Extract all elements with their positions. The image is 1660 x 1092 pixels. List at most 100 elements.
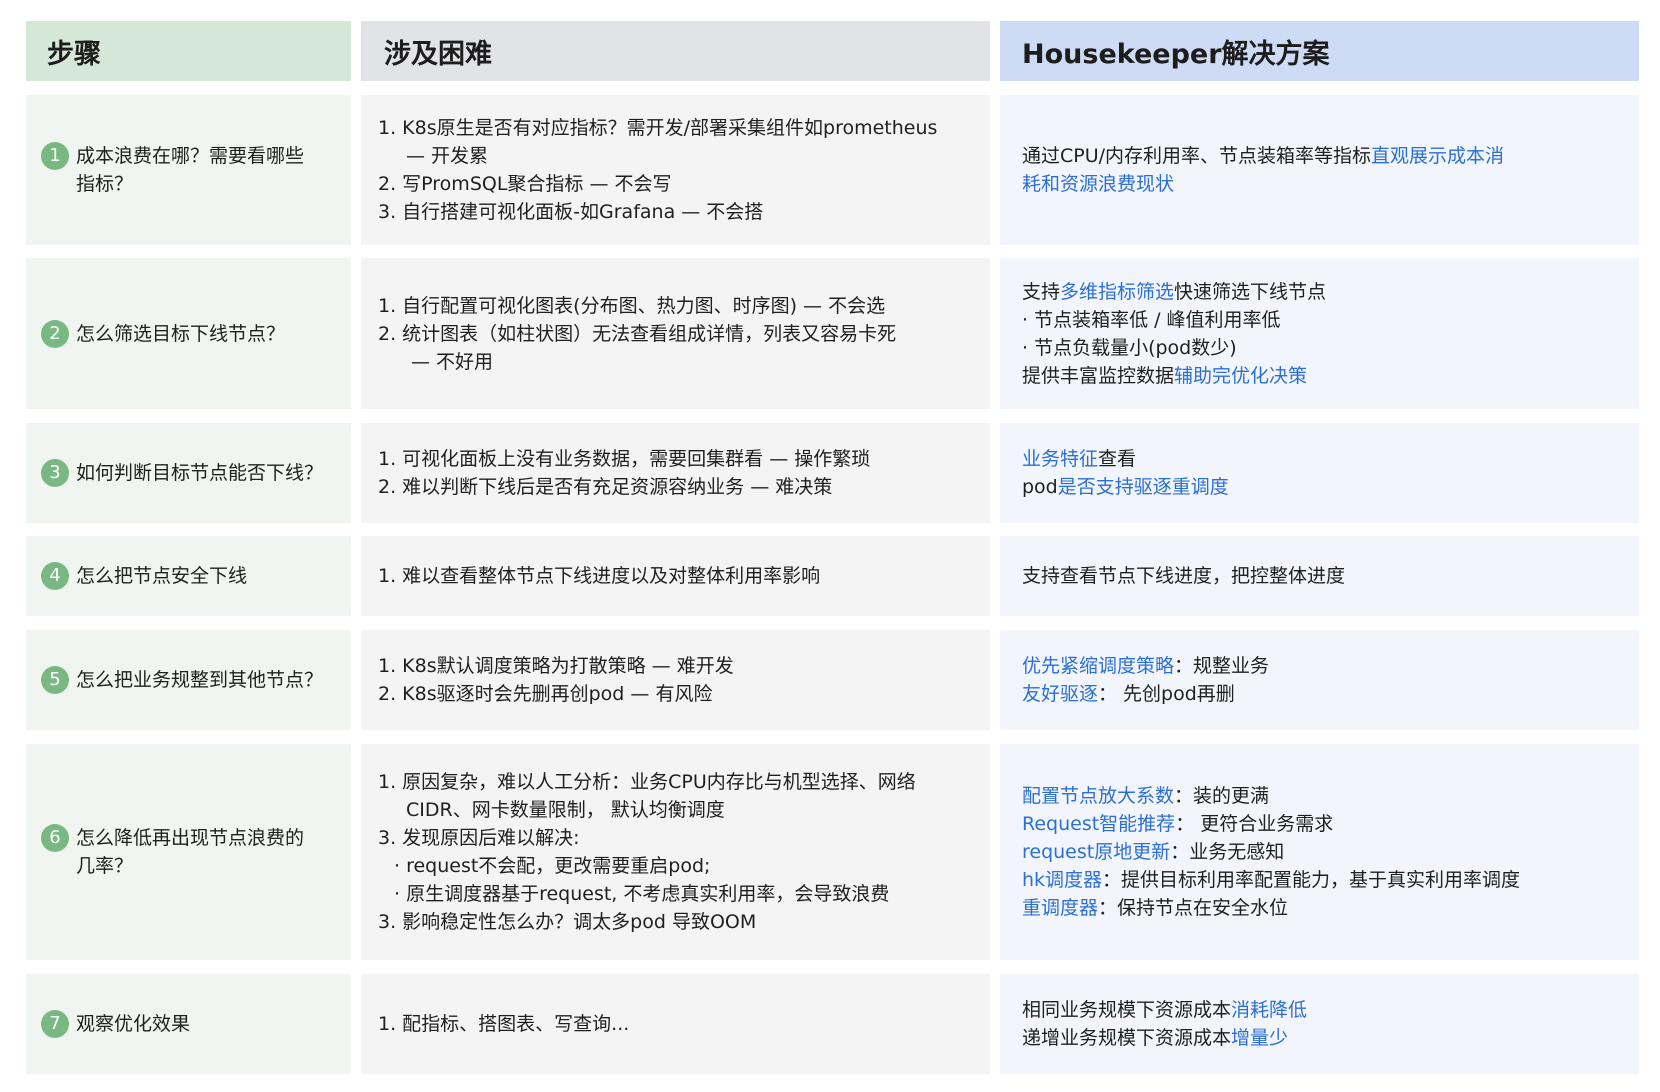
difficulty-text: 1. 可视化面板上没有业务数据，需要回集群看 — 操作繁琐	[378, 448, 871, 470]
difficulty-text: 1. K8s原生是否有对应指标？需开发/部署采集组件如prometheus	[378, 117, 938, 139]
difficulty-cell: 1. K8s默认调度策略为打散策略 — 难开发 2. K8s驱逐时会先删再创pod…	[361, 630, 990, 730]
solution-line: 友好驱逐： 先创pod再删	[1022, 680, 1269, 708]
solution-cell: 优先紧缩调度策略：规整业务 友好驱逐： 先创pod再删	[1000, 630, 1639, 730]
difficulty-text: 3. 影响稳定性怎么办？调太多pod 导致OOM	[378, 911, 757, 933]
step-text: 怎么筛选目标下线节点？	[76, 322, 286, 345]
solution-text: 提供丰富监控数据	[1022, 364, 1175, 387]
solution-text: 支持	[1022, 280, 1061, 303]
step-cell: 2 怎么筛选目标下线节点？	[26, 258, 351, 409]
solution-line: 耗和资源浪费现状	[1022, 170, 1504, 198]
solution-highlight-text: 配置节点放大系数	[1022, 785, 1175, 807]
difficulty-text: · request不会配，更改需要重启pod;	[394, 855, 711, 877]
solution-text: 递增业务规模下资源成本	[1022, 1027, 1232, 1049]
solution-highlight-text: 直观展示成本消	[1371, 145, 1505, 167]
step-text: 指标？	[76, 173, 134, 195]
solution-highlight-text: 多维指标筛选	[1060, 280, 1175, 303]
step-number-badge: 4	[41, 562, 69, 590]
difficulty-text: 1. 原因复杂，难以人工分析：业务CPU内存比与机型选择、网络	[378, 771, 916, 793]
solution-text: · 节点负载量小(pod数少)	[1022, 336, 1237, 359]
solution-line: 支持查看节点下线进度，把控整体进度	[1022, 562, 1345, 590]
difficulty-cell: 1. 自行配置可视化图表(分布图、热力图、时序图) — 不会选 2. 统计图表（如…	[361, 258, 990, 409]
solution-text: ：业务无感知	[1170, 841, 1285, 863]
step-text: 如何判断目标节点能否下线？	[76, 462, 324, 484]
solution-line: request原地更新：业务无感知	[1022, 838, 1520, 866]
difficulty-text: 2. K8s驱逐时会先删再创pod — 有风险	[378, 683, 713, 705]
solution-line: 重调度器：保持节点在安全水位	[1022, 894, 1520, 922]
solution-line: 通过CPU/内存利用率、节点装箱率等指标直观展示成本消	[1022, 142, 1504, 170]
step-text: 成本浪费在哪？需要看哪些	[76, 145, 305, 167]
solution-highlight-text: 耗和资源浪费现状	[1022, 173, 1175, 195]
solution-line: pod是否支持驱逐重调度	[1022, 473, 1229, 501]
difficulty-cell: 1. K8s原生是否有对应指标？需开发/部署采集组件如prometheus — 开…	[361, 95, 990, 245]
step-text: 几率？	[76, 855, 134, 877]
difficulty-text: — 开发累	[406, 145, 489, 167]
step-number-badge: 1	[41, 142, 69, 170]
difficulty-text: · 原生调度器基于request, 不考虑真实利用率，会导致浪费	[394, 883, 890, 905]
difficulty-text: 1. 配指标、搭图表、写查询...	[378, 1013, 630, 1035]
solution-line: 业务特征查看	[1022, 445, 1229, 473]
solution-text: ： 先创pod再删	[1098, 683, 1235, 705]
solution-line: 提供丰富监控数据辅助完优化决策	[1022, 362, 1326, 390]
solution-line: 配置节点放大系数：装的更满	[1022, 782, 1520, 810]
difficulty-text: 3. 发现原因后难以解决:	[378, 827, 580, 849]
step-text: 怎么把节点安全下线	[76, 565, 248, 587]
step-number-badge: 6	[41, 824, 69, 852]
solution-text: 支持查看节点下线进度，把控整体进度	[1022, 565, 1346, 587]
difficulty-text: 1. 自行配置可视化图表(分布图、热力图、时序图) — 不会选	[378, 294, 886, 317]
step-text: 观察优化效果	[76, 1013, 191, 1035]
header-difficulty: 涉及困难	[361, 21, 990, 81]
difficulty-cell: 1. 原因复杂，难以人工分析：业务CPU内存比与机型选择、网络 CIDR、网卡数量…	[361, 744, 990, 960]
difficulty-cell: 1. 难以查看整体节点下线进度以及对整体利用率影响	[361, 536, 990, 616]
solution-highlight-text: 辅助完优化决策	[1174, 364, 1308, 387]
solution-cell: 业务特征查看 pod是否支持驱逐重调度	[1000, 423, 1639, 523]
solution-highlight-text: Request智能推荐	[1022, 813, 1176, 835]
difficulty-text: 2. 难以判断下线后是否有充足资源容纳业务 — 难决策	[378, 476, 833, 498]
step-number-badge: 5	[41, 666, 69, 694]
step-cell: 7 观察优化效果	[26, 974, 351, 1074]
difficulty-text: 1. K8s默认调度策略为打散策略 — 难开发	[378, 655, 734, 677]
solution-cell: 相同业务规模下资源成本消耗降低 递增业务规模下资源成本增量少	[1000, 974, 1639, 1074]
step-cell: 5 怎么把业务规整到其他节点？	[26, 630, 351, 730]
step-number-badge: 2	[41, 319, 69, 348]
header-solution: Housekeeper解决方案	[1000, 21, 1639, 81]
difficulty-text: 2. 统计图表（如柱状图）无法查看组成详情，列表又容易卡死	[378, 322, 897, 345]
step-text: 怎么把业务规整到其他节点？	[76, 669, 324, 691]
solution-highlight-text: 友好驱逐	[1022, 683, 1099, 705]
solution-highlight-text: 增量少	[1231, 1027, 1289, 1049]
solution-text: ：保持节点在安全水位	[1098, 897, 1289, 919]
solution-text: 查看	[1098, 448, 1137, 470]
step-cell: 1 成本浪费在哪？需要看哪些 指标？	[26, 95, 351, 245]
difficulty-text: CIDR、网卡数量限制， 默认均衡调度	[406, 799, 725, 821]
solution-text: ：装的更满	[1174, 785, 1270, 807]
solution-text: ：提供目标利用率配置能力，基于真实利用率调度	[1102, 869, 1521, 891]
solution-highlight-text: 重调度器	[1022, 897, 1099, 919]
solution-line: Request智能推荐： 更符合业务需求	[1022, 810, 1520, 838]
solution-cell: 支持多维指标筛选快速筛选下线节点 · 节点装箱率低 / 峰值利用率低 · 节点负载量…	[1000, 258, 1639, 409]
difficulty-text: — 不好用	[411, 350, 494, 373]
solution-highlight-text: 是否支持驱逐重调度	[1057, 476, 1229, 498]
solution-line: · 节点装箱率低 / 峰值利用率低	[1022, 306, 1326, 334]
solution-text: 通过CPU/内存利用率、节点装箱率等指标	[1022, 145, 1372, 167]
difficulty-text: 2. 写PromSQL聚合指标 — 不会写	[378, 173, 672, 195]
solution-line: hk调度器：提供目标利用率配置能力，基于真实利用率调度	[1022, 866, 1520, 894]
solution-text: ：规整业务	[1174, 655, 1270, 677]
difficulty-text: 3. 自行搭建可视化面板-如Grafana — 不会搭	[378, 201, 764, 223]
difficulty-text: 1. 难以查看整体节点下线进度以及对整体利用率影响	[378, 565, 821, 587]
solution-text: 快速筛选下线节点	[1174, 280, 1327, 303]
header-step: 步骤	[26, 21, 351, 81]
difficulty-cell: 1. 配指标、搭图表、写查询...	[361, 974, 990, 1074]
step-cell: 6 怎么降低再出现节点浪费的 几率？	[26, 744, 351, 960]
solution-highlight-text: hk调度器	[1022, 869, 1103, 891]
step-cell: 4 怎么把节点安全下线	[26, 536, 351, 616]
solution-text: pod	[1022, 476, 1058, 498]
solution-highlight-text: request原地更新	[1022, 841, 1171, 863]
step-text: 怎么降低再出现节点浪费的	[76, 827, 305, 849]
solution-highlight-text: 消耗降低	[1231, 999, 1308, 1021]
solution-cell: 通过CPU/内存利用率、节点装箱率等指标直观展示成本消耗和资源浪费现状	[1000, 95, 1639, 245]
solution-line: 优先紧缩调度策略：规整业务	[1022, 652, 1269, 680]
solution-cell: 支持查看节点下线进度，把控整体进度	[1000, 536, 1639, 616]
solution-line: 递增业务规模下资源成本增量少	[1022, 1024, 1307, 1052]
solution-line: 相同业务规模下资源成本消耗降低	[1022, 996, 1307, 1024]
solution-text: ： 更符合业务需求	[1175, 813, 1334, 835]
solution-cell: 配置节点放大系数：装的更满 Request智能推荐： 更符合业务需求 request…	[1000, 744, 1639, 960]
